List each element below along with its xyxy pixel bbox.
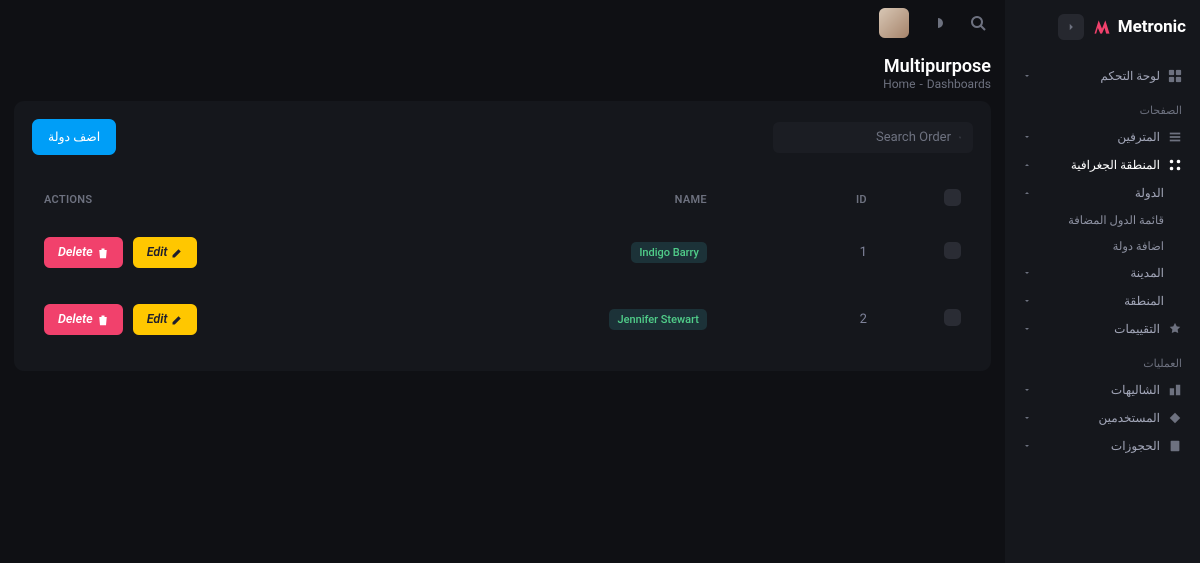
grid-icon: [1168, 69, 1182, 83]
sidebar-collapse-button[interactable]: [1058, 14, 1084, 40]
sidebar-item-users[interactable]: المستخدمين: [1019, 404, 1186, 432]
sidebar-item-label: المنطقة الجغرافية: [1071, 158, 1160, 172]
sidebar-item-label: الدولة: [1135, 186, 1164, 200]
sidebar-section-ops: العمليات: [1019, 343, 1186, 376]
chevron-down-icon: [1023, 386, 1031, 394]
search-wrap: [773, 122, 973, 153]
page-title: Multipurpose: [884, 56, 991, 77]
brand-name: Metronic: [1118, 17, 1186, 37]
search-icon: [959, 130, 961, 145]
pencil-icon: [171, 247, 183, 259]
page-header: Multipurpose Home-Dashboards: [14, 56, 991, 91]
sidebar-item-city[interactable]: المدينة: [1019, 259, 1186, 287]
brand: Metronic: [1019, 14, 1186, 40]
sidebar-section-pages: الصفحات: [1019, 90, 1186, 123]
list-icon: [1168, 130, 1182, 144]
chevron-up-icon: [1023, 189, 1031, 197]
sidebar-item-label: الحجوزات: [1111, 439, 1160, 453]
sidebar-item-ratings[interactable]: التقييمات: [1019, 315, 1186, 343]
sidebar-item-label: التقييمات: [1114, 322, 1160, 336]
sidebar-item-label: المنطقة: [1124, 294, 1164, 308]
chevron-down-icon: [1023, 269, 1031, 277]
brand-logo-icon: [1092, 17, 1112, 37]
card-toolbar: اضف دولة: [32, 119, 973, 155]
breadcrumb: Home-Dashboards: [883, 77, 991, 91]
trash-icon: [97, 314, 109, 326]
chevron-down-icon: [1023, 133, 1031, 141]
sidebar-subitem-country-add[interactable]: اضافة دولة: [1019, 233, 1186, 259]
col-id: ID: [719, 179, 879, 219]
sidebar-item-chalets[interactable]: الشاليهات: [1019, 376, 1186, 404]
edit-button[interactable]: Edit: [133, 237, 198, 268]
search-input[interactable]: [785, 130, 951, 145]
sidebar-subitem-country-list[interactable]: قائمة الدول المضافة: [1019, 207, 1186, 233]
sidebar-item-bookings[interactable]: الحجوزات: [1019, 432, 1186, 460]
chevron-down-icon: [1023, 297, 1031, 305]
theme-toggle-button[interactable]: [927, 12, 949, 34]
name-badge: Indigo Barry: [631, 242, 707, 263]
row-id: 2: [719, 286, 879, 353]
chevron-down-icon: [1023, 72, 1031, 80]
sidebar-item-label: المدينة: [1130, 266, 1164, 280]
data-table: ACTIONS NAME ID Delete Edit Indigo Barry: [32, 179, 973, 353]
sidebar-item-label: لوحة التحكم: [1100, 69, 1160, 83]
sidebar-item-country[interactable]: الدولة: [1019, 179, 1186, 207]
search-icon: [970, 15, 986, 31]
avatar[interactable]: [879, 8, 909, 38]
action-cell: Delete Edit: [44, 304, 443, 335]
delete-button[interactable]: Delete: [44, 237, 123, 268]
sidebar-item-label: المترفين: [1117, 130, 1160, 144]
name-badge: Jennifer Stewart: [609, 309, 706, 330]
col-actions: ACTIONS: [32, 179, 455, 219]
page-content: Multipurpose Home-Dashboards اضف دولة AC…: [0, 46, 1005, 563]
pencil-icon: [171, 314, 183, 326]
star-icon: [1168, 322, 1182, 336]
sidebar-item-geo[interactable]: المنطقة الجغرافية: [1019, 151, 1186, 179]
edit-button[interactable]: Edit: [133, 304, 198, 335]
sidebar-item-translators[interactable]: المترفين: [1019, 123, 1186, 151]
delete-button[interactable]: Delete: [44, 304, 123, 335]
row-checkbox[interactable]: [944, 242, 961, 259]
row-id: 1: [719, 219, 879, 286]
col-name: NAME: [455, 179, 718, 219]
geo-icon: [1168, 158, 1182, 172]
sidebar-item-dashboard[interactable]: لوحة التحكم: [1019, 62, 1186, 90]
add-country-button[interactable]: اضف دولة: [32, 119, 116, 155]
row-checkbox[interactable]: [944, 309, 961, 326]
chalets-icon: [1168, 383, 1182, 397]
chevron-down-icon: [1023, 325, 1031, 333]
users-icon: [1168, 411, 1182, 425]
table-row: Delete Edit Jennifer Stewart 2: [32, 286, 973, 353]
sidebar-item-label: المستخدمين: [1099, 411, 1160, 425]
breadcrumb-separator: -: [915, 77, 926, 91]
sidebar-item-label: الشاليهات: [1111, 383, 1160, 397]
breadcrumb-item[interactable]: Dashboards: [927, 77, 991, 91]
chevron-down-icon: [1023, 414, 1031, 422]
chevron-up-icon: [1023, 161, 1031, 169]
search-button[interactable]: [967, 12, 989, 34]
table-row: Delete Edit Indigo Barry 1: [32, 219, 973, 286]
sidebar: Metronic لوحة التحكم الصفحات المترفين ال…: [1005, 0, 1200, 563]
select-all-checkbox[interactable]: [944, 189, 961, 206]
action-cell: Delete Edit: [44, 237, 443, 268]
sidebar-item-area[interactable]: المنطقة: [1019, 287, 1186, 315]
topbar: [0, 0, 1005, 46]
card: اضف دولة ACTIONS NAME ID Delet: [14, 101, 991, 371]
col-select: [879, 179, 973, 219]
bookings-icon: [1168, 439, 1182, 453]
trash-icon: [97, 247, 109, 259]
breadcrumb-item[interactable]: Home: [883, 77, 915, 91]
chevron-down-icon: [1023, 442, 1031, 450]
moon-icon: [930, 15, 946, 31]
